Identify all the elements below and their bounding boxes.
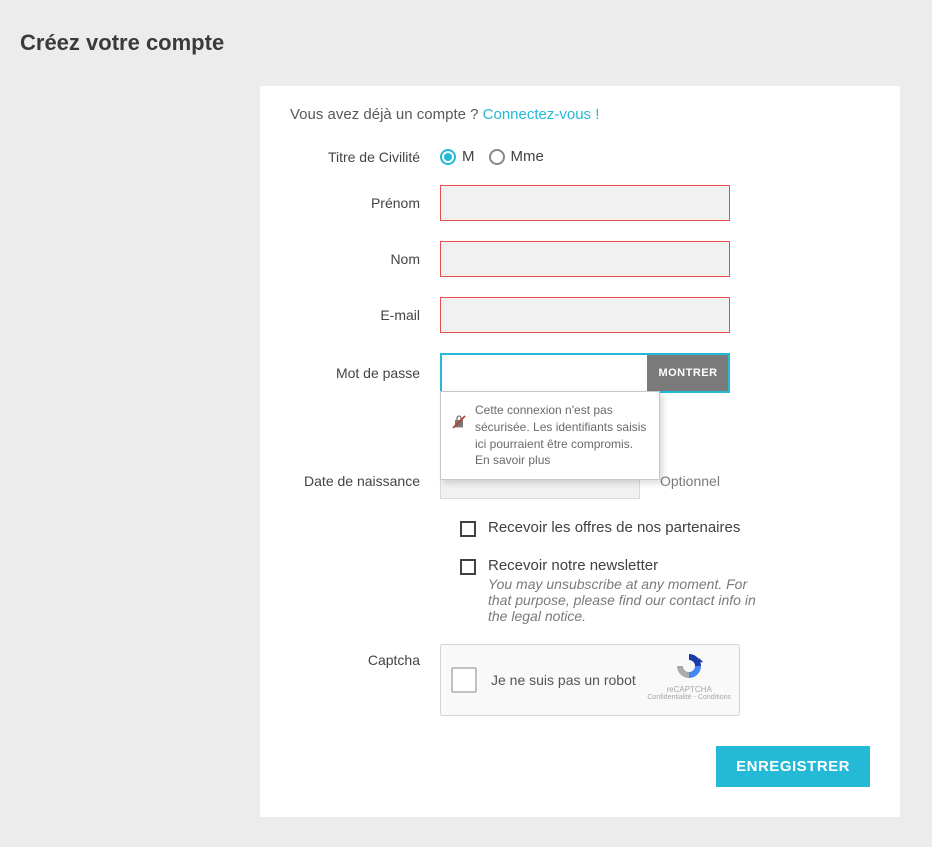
row-password: Mot de passe MONTRER Cette connexion n'e… [290, 353, 870, 393]
newsletter-label: Recevoir notre newsletter [488, 557, 768, 574]
lock-insecure-icon [451, 414, 467, 430]
row-newsletter: Recevoir notre newsletter You may unsubs… [460, 557, 870, 624]
label-lastname: Nom [290, 251, 440, 267]
recaptcha-icon [674, 651, 704, 681]
login-prompt-text: Vous avez déjà un compte ? [290, 106, 483, 123]
page-title: Créez votre compte [20, 30, 912, 56]
signup-card: Vous avez déjà un compte ? Connectez-vou… [260, 86, 900, 817]
row-email: E-mail [290, 297, 870, 333]
login-prompt: Vous avez déjà un compte ? Connectez-vou… [290, 106, 870, 123]
login-link[interactable]: Connectez-vous ! [483, 106, 600, 123]
newsletter-label-block: Recevoir notre newsletter You may unsubs… [488, 557, 768, 624]
col-lastname [440, 241, 740, 277]
password-input[interactable] [442, 355, 648, 391]
label-email: E-mail [290, 307, 440, 323]
civility-radio-group: M Mme [440, 148, 740, 165]
row-firstname: Prénom [290, 185, 870, 221]
col-firstname [440, 185, 740, 221]
captcha-brand-text: reCAPTCHA [647, 685, 731, 694]
radio-m-label: M [462, 148, 475, 165]
tooltip-learn-more-link[interactable]: En savoir plus [475, 453, 550, 467]
submit-button[interactable]: ENREGISTRER [716, 746, 870, 787]
show-password-button[interactable]: MONTRER [648, 355, 728, 391]
partners-checkbox[interactable] [460, 521, 476, 537]
captcha-brand: reCAPTCHA Confidentialité - Conditions [647, 651, 731, 701]
optional-hint: Optionnel [660, 473, 720, 489]
row-partners: Recevoir les offres de nos partenaires [460, 519, 870, 537]
newsletter-sublabel: You may unsubscribe at any moment. For t… [488, 576, 768, 624]
security-tooltip: Cette connexion n'est pas sécurisée. Les… [440, 391, 660, 480]
captcha-box: Je ne suis pas un robot reCAPTCHA Confid… [440, 644, 740, 716]
radio-mme[interactable] [489, 149, 505, 165]
captcha-label: Je ne suis pas un robot [491, 672, 636, 688]
firstname-input[interactable] [440, 185, 730, 221]
row-civility: Titre de Civilité M Mme [290, 148, 870, 165]
radio-mme-label: Mme [511, 148, 544, 165]
captcha-links[interactable]: Confidentialité - Conditions [647, 694, 731, 701]
col-password: MONTRER Cette connexion n'est pas sécuri… [440, 353, 740, 393]
lastname-input[interactable] [440, 241, 730, 277]
label-captcha: Captcha [290, 644, 440, 668]
label-civility: Titre de Civilité [290, 149, 440, 165]
captcha-checkbox[interactable] [451, 667, 477, 693]
row-lastname: Nom [290, 241, 870, 277]
email-input[interactable] [440, 297, 730, 333]
label-birthdate: Date de naissance [290, 473, 440, 489]
row-captcha: Captcha Je ne suis pas un robot reCAPTCH… [290, 644, 870, 716]
col-email [440, 297, 740, 333]
newsletter-checkbox[interactable] [460, 559, 476, 575]
tooltip-text: Cette connexion n'est pas sécurisée. Les… [475, 403, 646, 451]
label-firstname: Prénom [290, 195, 440, 211]
radio-m[interactable] [440, 149, 456, 165]
label-password: Mot de passe [290, 365, 440, 381]
partners-label: Recevoir les offres de nos partenaires [488, 519, 740, 536]
password-wrap: MONTRER [440, 353, 730, 393]
submit-row: ENREGISTRER [290, 746, 870, 787]
